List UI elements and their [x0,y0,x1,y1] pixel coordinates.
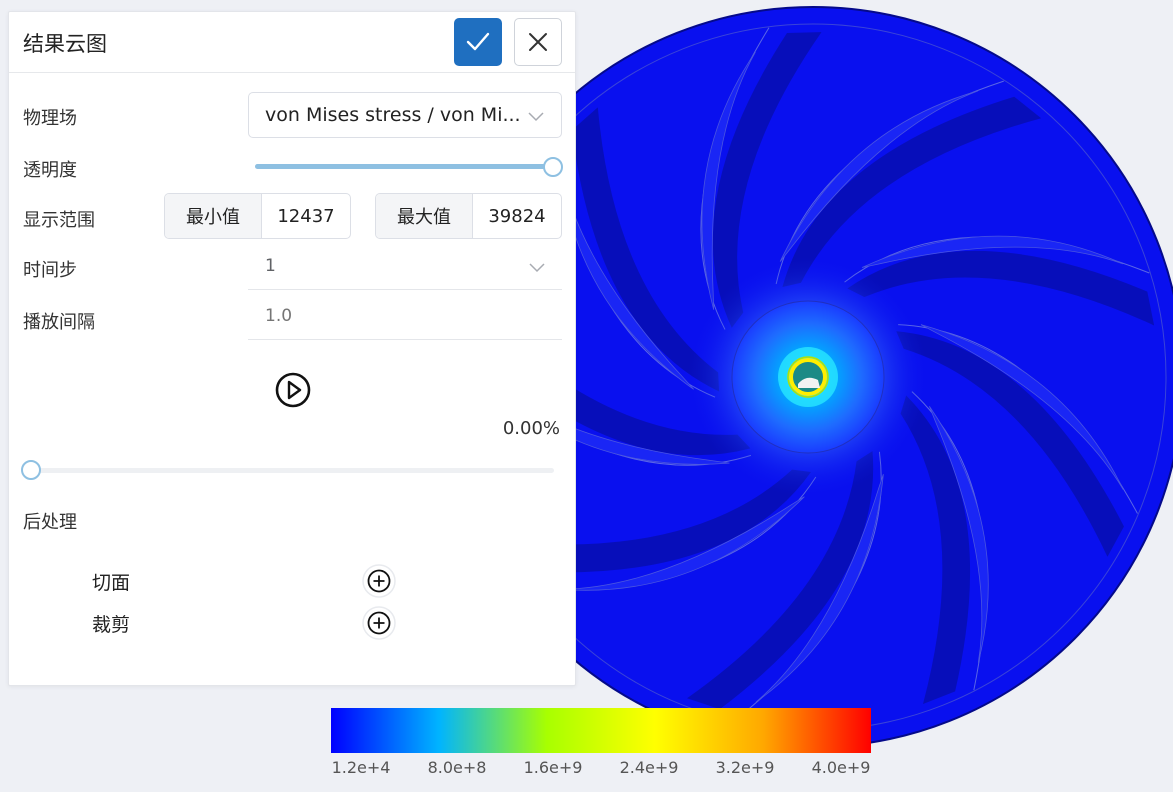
slice-label: 切面 [92,572,131,594]
shaft-bore [789,358,827,396]
close-button[interactable] [514,18,562,66]
progress-slider-thumb[interactable] [21,460,41,480]
panel-header: 结果云图 [9,12,575,73]
timestep-select[interactable]: 1 [248,242,562,290]
close-icon [529,33,547,51]
play-button[interactable] [274,371,312,409]
add-slice-button[interactable] [362,564,396,598]
max-range-group: 最大值 [375,193,562,239]
colorbar-tick: 2.4e+9 [619,758,679,777]
interval-input[interactable] [265,305,562,326]
min-value-tag: 最小值 [165,194,262,238]
field-select-value: von Mises stress / von Mi... [265,104,521,126]
colorbar-tick: 4.0e+9 [811,758,871,777]
progress-text: 0.00% [502,418,560,439]
timestep-label: 时间步 [23,260,77,281]
opacity-slider-fill [255,164,553,169]
colorbar-tick: 1.6e+9 [523,758,583,777]
field-label: 物理场 [23,108,77,129]
max-value-tag: 最大值 [376,194,473,238]
min-value-input[interactable] [262,194,350,238]
colorbar [331,708,871,753]
interval-label: 播放间隔 [23,312,95,333]
check-icon [466,32,490,51]
colorbar-tick: 1.2e+4 [331,758,391,777]
postprocess-label: 后处理 [23,512,77,533]
confirm-button[interactable] [454,18,502,66]
timestep-value: 1 [265,255,276,276]
field-select[interactable]: von Mises stress / von Mi... [248,92,562,138]
play-icon [275,372,311,408]
opacity-slider-thumb[interactable] [543,157,563,177]
chevron-down-icon [529,263,545,273]
clip-label: 裁剪 [92,614,131,636]
opacity-label: 透明度 [23,160,77,181]
max-value-input[interactable] [473,194,561,238]
panel-title: 结果云图 [23,32,107,56]
progress-slider-track [29,468,554,473]
chevron-down-icon [528,112,544,122]
interval-field [248,292,562,340]
colorbar-tick: 3.2e+9 [715,758,775,777]
colorbar-tick: 8.0e+8 [427,758,487,777]
result-contour-panel: 结果云图 物理场 von Mises stress / von Mi... 透明… [8,11,576,686]
add-clip-button[interactable] [362,606,396,640]
min-range-group: 最小值 [164,193,351,239]
range-label: 显示范围 [23,210,95,231]
